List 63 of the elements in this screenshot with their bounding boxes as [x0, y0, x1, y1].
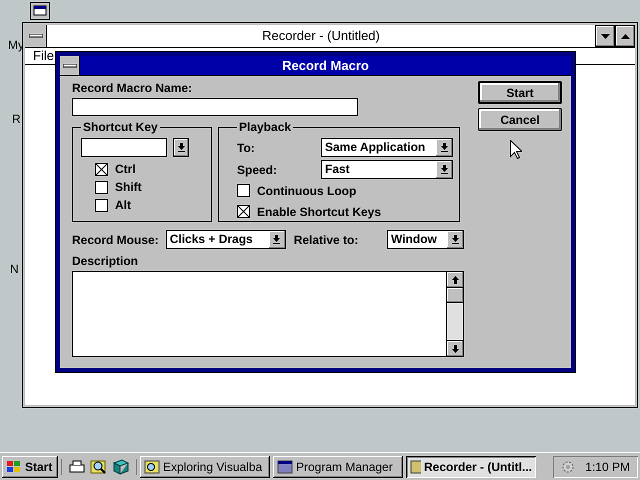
- desktop-icon-label[interactable]: R: [12, 112, 21, 126]
- name-field[interactable]: [72, 98, 358, 116]
- checkbox-label: Alt: [115, 198, 131, 212]
- down-arrow-icon: [440, 165, 448, 174]
- menu-bar-icon: [28, 34, 42, 38]
- dropdown-button[interactable]: [173, 138, 189, 157]
- checkbox[interactable]: [237, 205, 250, 218]
- checkbox-label: Enable Shortcut Keys: [257, 204, 382, 218]
- windows-flag-icon: [6, 460, 22, 474]
- dialog-button[interactable]: Start: [478, 81, 562, 104]
- taskbar-button[interactable]: Exploring Visualba: [140, 456, 270, 478]
- menu-bar-icon: [62, 64, 76, 68]
- down-arrow-icon: [440, 143, 448, 152]
- checkbox[interactable]: [95, 180, 108, 194]
- control-menu-button[interactable]: [25, 25, 47, 47]
- dialog-title: Record Macro: [281, 57, 370, 75]
- down-arrow-icon: [452, 235, 458, 244]
- checkbox-label: Shift: [115, 180, 142, 194]
- control-menu-button[interactable]: [60, 56, 80, 75]
- checkbox[interactable]: [95, 198, 108, 212]
- down-arrow-icon: [178, 143, 184, 152]
- mouse-cursor-icon: [510, 140, 522, 159]
- desktop-icon-label[interactable]: N: [10, 262, 19, 276]
- menu-item[interactable]: File: [33, 48, 54, 64]
- description-field[interactable]: [72, 271, 464, 357]
- down-arrow-icon: [273, 235, 280, 244]
- dropdown[interactable]: Clicks + Drags: [166, 230, 286, 249]
- dropdown[interactable]: Fast: [321, 160, 453, 179]
- window-icon[interactable]: [30, 2, 50, 20]
- field-label: Description: [72, 254, 140, 268]
- taskbar-button[interactable]: Recorder - (Untitl...: [406, 456, 536, 478]
- down-triangle-icon: [600, 34, 610, 38]
- checkbox-label: Ctrl: [115, 162, 136, 176]
- dropdown[interactable]: Same Application: [321, 138, 453, 157]
- printer-icon[interactable]: [68, 458, 86, 474]
- group-label: Playback: [238, 120, 292, 134]
- field-label: Record Macro Name:: [72, 81, 194, 95]
- scroll-thumb[interactable]: [447, 288, 463, 303]
- scrollbar[interactable]: [446, 272, 463, 356]
- up-arrow-icon: [452, 276, 458, 284]
- checkbox[interactable]: [95, 162, 108, 176]
- dropdown[interactable]: Window: [387, 230, 464, 249]
- field-label: Speed:: [237, 162, 278, 176]
- start-button[interactable]: Start: [2, 456, 58, 478]
- minimize-button[interactable]: [595, 25, 615, 47]
- field-label: Record Mouse:: [72, 232, 159, 246]
- app-icon: [410, 460, 421, 474]
- taskbar-button[interactable]: Program Manager: [273, 456, 403, 478]
- app-icon: [277, 460, 293, 474]
- up-triangle-icon: [620, 34, 630, 38]
- field-label: To:: [237, 140, 255, 154]
- window-title: Recorder - (Untitled): [261, 27, 381, 45]
- checkbox-label: Continuous Loop: [257, 184, 356, 198]
- checkbox[interactable]: [237, 184, 250, 197]
- key-field[interactable]: [81, 138, 167, 157]
- app-icon: [144, 460, 160, 474]
- maximize-button[interactable]: [615, 25, 635, 47]
- dialog-button[interactable]: Cancel: [478, 108, 562, 131]
- group-label: Shortcut Key: [82, 120, 159, 134]
- magnifier-icon[interactable]: [90, 458, 108, 474]
- clock: 1:10 PM: [585, 460, 630, 474]
- field-label: Relative to:: [294, 232, 358, 246]
- down-arrow-icon: [452, 344, 458, 352]
